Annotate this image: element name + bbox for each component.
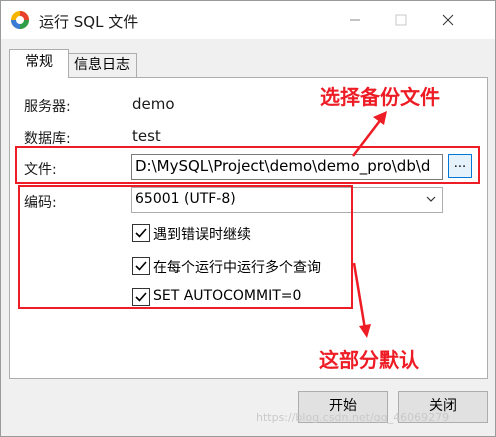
run-sql-dialog: 运行 SQL 文件 常规 信息日志 服务器: demo 数据库: test 文件… [0, 0, 496, 437]
arrow-to-defaults [352, 262, 371, 338]
tab-general[interactable]: 常规 [9, 49, 69, 78]
annotation-arrows [352, 111, 387, 338]
arrow-to-file [352, 111, 387, 157]
watermark: https://blog.csdn.net/qq_46069279 [256, 411, 450, 424]
